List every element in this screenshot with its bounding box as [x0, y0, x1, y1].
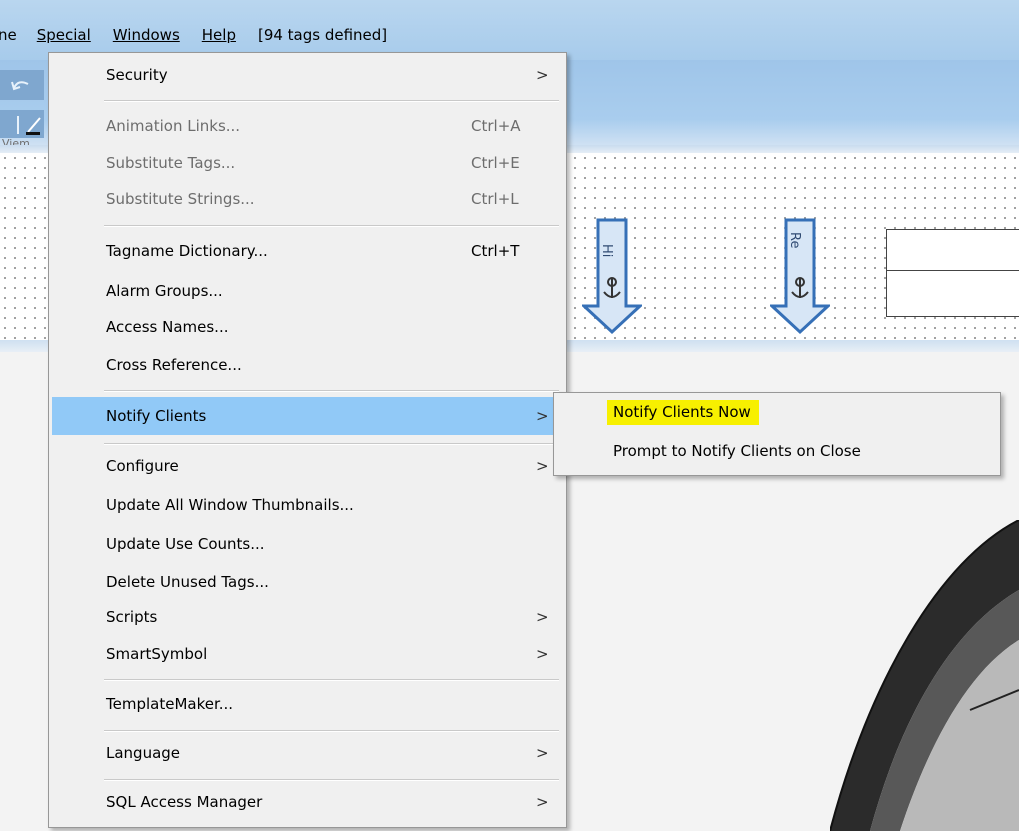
menu-item-cross-reference[interactable]: Cross Reference... — [52, 348, 562, 384]
undo-button[interactable] — [0, 70, 44, 100]
notify-clients-submenu: Notify Clients Now Prompt to Notify Clie… — [553, 392, 1001, 476]
menu-item-label: Security — [106, 66, 168, 84]
menu-item-prompt-notify-on-close[interactable]: Prompt to Notify Clients on Close — [557, 435, 995, 469]
chevron-right-icon: > — [536, 645, 549, 663]
menu-item-label: Substitute Tags... — [106, 154, 236, 172]
history-arrow-symbol[interactable] — [582, 218, 642, 336]
menu-bar: ne Special Windows Help [94 tags defined… — [0, 22, 409, 48]
menu-item-label: Language — [106, 744, 181, 762]
menu-item-language[interactable]: Language > — [52, 736, 562, 772]
menu-item-configure[interactable]: Configure > — [52, 449, 562, 485]
menu-item-label: Prompt to Notify Clients on Close — [613, 442, 861, 460]
menu-special[interactable]: Special — [37, 26, 91, 44]
menu-item-animation-links: Animation Links... Ctrl+A — [52, 109, 562, 145]
chevron-right-icon: > — [536, 744, 549, 762]
menu-separator — [104, 100, 559, 102]
undo-icon — [11, 81, 29, 91]
menu-item-templatemaker[interactable]: TemplateMaker... — [52, 687, 562, 723]
menu-item-shortcut: Ctrl+E — [471, 154, 520, 172]
menu-item-label: Cross Reference... — [106, 356, 242, 374]
menu-item-substitute-tags: Substitute Tags... Ctrl+E — [52, 146, 562, 182]
menu-item-label: SQL Access Manager — [106, 793, 263, 811]
realtime-arrow-label: Re — [787, 232, 802, 249]
menu-separator — [104, 779, 559, 781]
gauge-graphic — [830, 520, 1019, 831]
menu-item-substitute-strings: Substitute Strings... Ctrl+L — [52, 182, 562, 218]
menu-separator — [104, 679, 559, 681]
chevron-right-icon: > — [536, 407, 549, 425]
menu-item-label: Update All Window Thumbnails... — [106, 496, 354, 514]
menu-item-sql-access-manager[interactable]: SQL Access Manager > — [52, 785, 562, 821]
tags-defined-status: [94 tags defined] — [257, 26, 388, 44]
menu-item-label: Access Names... — [106, 318, 229, 336]
menu-item-label: Substitute Strings... — [106, 190, 255, 208]
history-arrow-label: Hi — [599, 244, 614, 258]
chevron-right-icon: > — [536, 66, 549, 84]
menu-separator — [104, 730, 559, 732]
pen-icon — [17, 116, 41, 135]
chevron-right-icon: > — [536, 608, 549, 626]
menu-item-scripts[interactable]: Scripts > — [52, 600, 562, 636]
menu-item-label: Delete Unused Tags... — [106, 573, 269, 591]
menu-item-shortcut: Ctrl+L — [471, 190, 519, 208]
menu-separator — [104, 225, 559, 227]
menu-separator — [104, 390, 559, 392]
menu-separator — [104, 443, 559, 445]
special-menu: Security > Animation Links... Ctrl+A Sub… — [48, 52, 567, 828]
menu-item-label: SmartSymbol — [106, 645, 208, 663]
menu-item-update-thumbnails[interactable]: Update All Window Thumbnails... — [52, 488, 562, 524]
menu-item-shortcut: Ctrl+T — [471, 242, 520, 260]
menu-windows[interactable]: Windows — [113, 26, 180, 44]
menu-item-smartsymbol[interactable]: SmartSymbol > — [52, 637, 562, 673]
menu-item-security[interactable]: Security > — [52, 58, 562, 94]
menu-item-delete-unused-tags[interactable]: Delete Unused Tags... — [52, 565, 562, 601]
menu-item-label: Animation Links... — [106, 117, 241, 135]
canvas-text-box[interactable] — [886, 229, 1019, 317]
chevron-right-icon: > — [536, 793, 549, 811]
menu-item-tagname-dictionary[interactable]: Tagname Dictionary... Ctrl+T — [52, 234, 562, 270]
menu-item-label: TemplateMaker... — [106, 695, 234, 713]
menu-item-notify-clients-now[interactable]: Notify Clients Now — [557, 396, 995, 430]
chevron-right-icon: > — [536, 457, 549, 475]
menu-item-label: Tagname Dictionary... — [106, 242, 268, 260]
menu-item-update-use-counts[interactable]: Update Use Counts... — [52, 527, 562, 563]
menu-help[interactable]: Help — [202, 26, 236, 44]
menu-item-shortcut: Ctrl+A — [471, 117, 521, 135]
menu-item-label: Alarm Groups... — [106, 282, 223, 300]
menu-item-label: Notify Clients — [106, 407, 207, 425]
menu-truncated[interactable]: ne — [0, 26, 17, 44]
menu-item-label: Scripts — [106, 608, 158, 626]
menu-item-alarm-groups[interactable]: Alarm Groups... — [52, 274, 562, 310]
menu-item-label: Notify Clients Now — [607, 400, 759, 425]
pen-button[interactable] — [0, 110, 44, 138]
menu-item-notify-clients[interactable]: Notify Clients > — [52, 397, 562, 435]
menu-item-label: Configure — [106, 457, 179, 475]
menu-item-access-names[interactable]: Access Names... — [52, 310, 562, 346]
menu-item-label: Update Use Counts... — [106, 535, 265, 553]
